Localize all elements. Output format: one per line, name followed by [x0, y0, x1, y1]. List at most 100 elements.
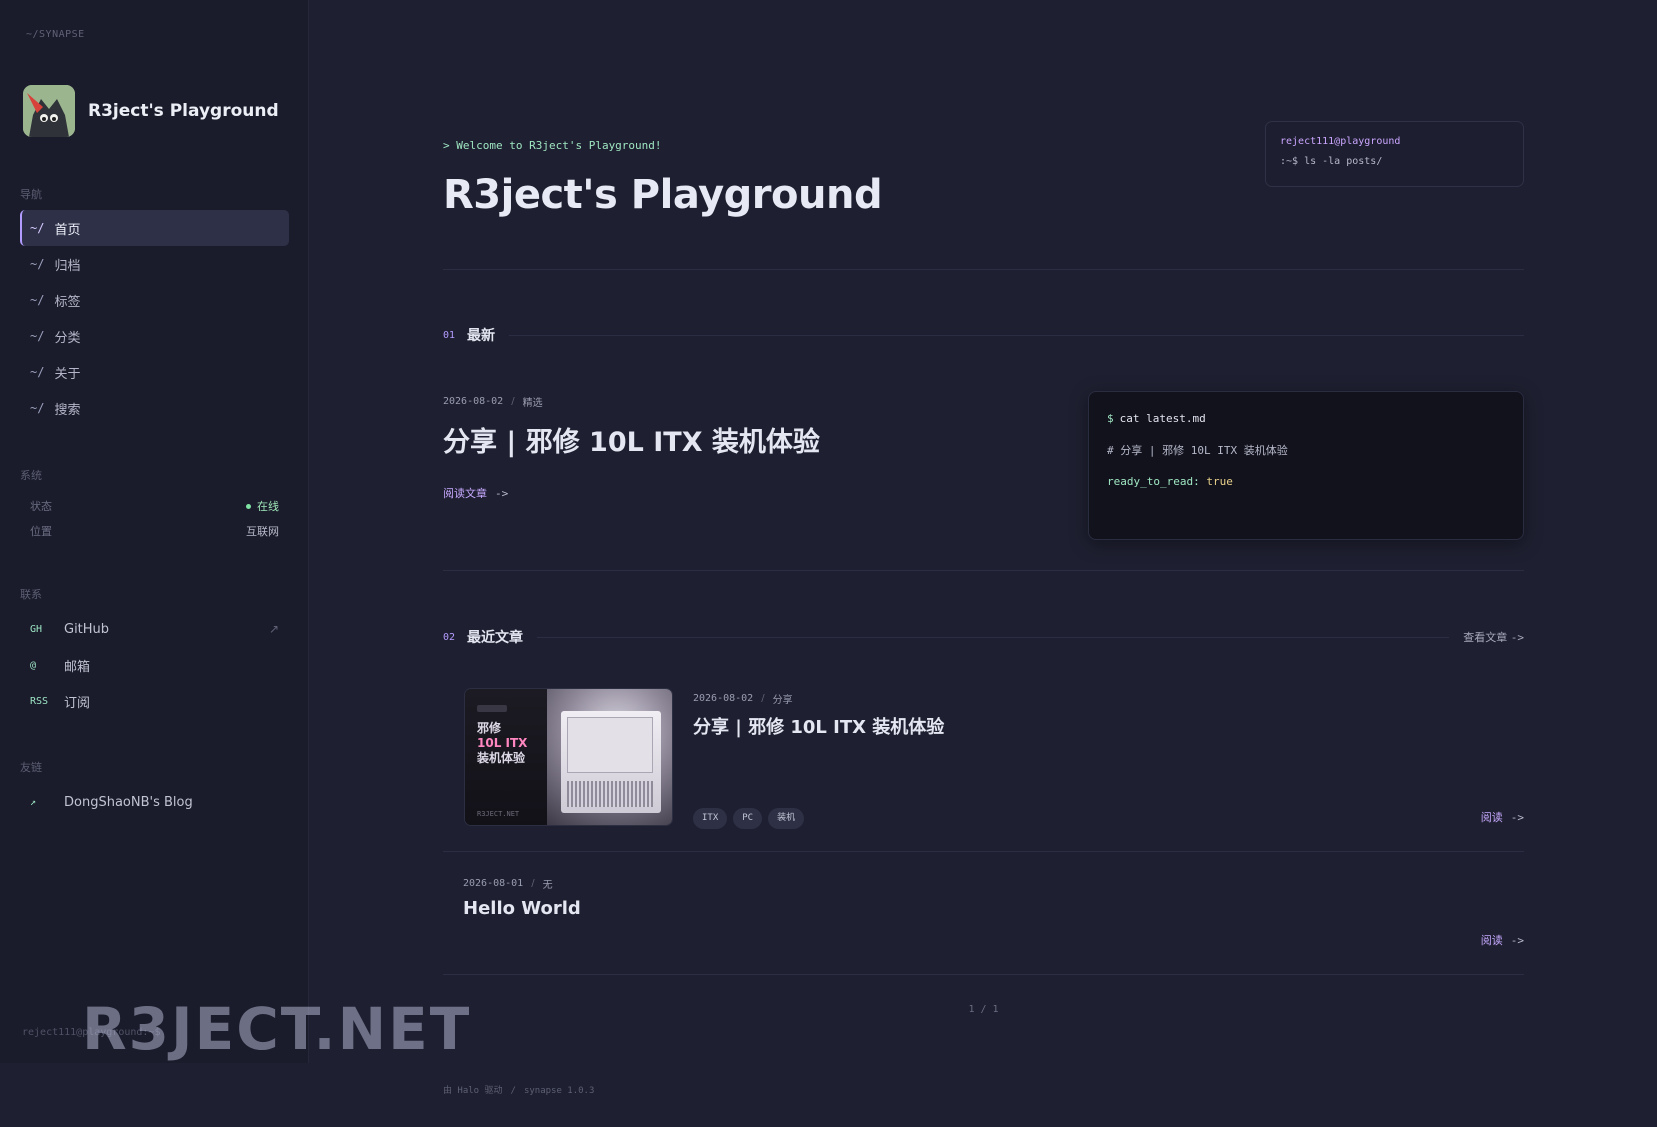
email-icon: @: [30, 659, 37, 671]
arrow-right-icon: ->: [1510, 811, 1524, 824]
view-all-label: 查看文章: [1463, 631, 1508, 644]
nav-prefix: ~/: [30, 257, 45, 271]
contact-label: GitHub: [64, 621, 110, 637]
contact-rss-link[interactable]: RSS 订阅: [20, 683, 289, 719]
nav-item-archive[interactable]: ~/ 归档: [20, 246, 289, 282]
divider: [443, 974, 1524, 975]
location-value: 互联网: [246, 525, 279, 538]
read-post-link[interactable]: 阅读 ->: [1481, 932, 1524, 948]
tag-pill[interactable]: PC: [733, 808, 763, 829]
contact-email-link[interactable]: @ 邮箱: [20, 647, 289, 683]
contact-label: 订阅: [64, 695, 91, 711]
post-date: 2026-08-02: [693, 693, 754, 704]
contact-github-link[interactable]: GH GitHub ↗: [20, 611, 289, 647]
main-nav: ~/ 首页 ~/ 归档 ~/ 标签 ~/ 分类 ~/ 关于 ~/ 搜索: [20, 210, 289, 426]
status-row: 状态 在线: [30, 498, 279, 514]
view-all-link[interactable]: 查看文章 ->: [1463, 629, 1524, 645]
nav-item-categories[interactable]: ~/ 分类: [20, 318, 289, 354]
friend-link[interactable]: ↗ DongShaoNB's Blog: [20, 784, 289, 820]
thumbnail-line: 10L ITX: [477, 736, 528, 750]
brand-link[interactable]: R3ject's Playground: [23, 85, 279, 137]
nav-item-label: 标签: [54, 294, 81, 310]
post-meta: 2026-08-02 / 分享: [693, 691, 793, 706]
nav-prefix: ~/: [30, 365, 45, 379]
status-label: 状态: [30, 500, 52, 513]
watermark: R3JECT.NET: [82, 995, 472, 1063]
thumbnail-title: 邪修 10L ITX 装机体验: [477, 721, 527, 766]
post-category: 无: [542, 880, 553, 891]
thumbnail-line: 邪修: [477, 721, 502, 735]
section-number: 02: [443, 631, 456, 643]
status-value: 在线: [257, 500, 279, 513]
arrow-right-icon: ->: [495, 487, 509, 500]
post-title-link[interactable]: 分享 | 邪修 10L ITX 装机体验: [693, 713, 944, 739]
nav-item-search[interactable]: ~/ 搜索: [20, 390, 289, 426]
case-grill: [567, 781, 653, 807]
read-post-link[interactable]: 阅读 ->: [1481, 809, 1524, 825]
nav-section-label: 导航: [20, 188, 42, 201]
brand-path: ~/SYNAPSE: [26, 29, 85, 40]
contact-section-label: 联系: [20, 588, 42, 601]
latest-post-title[interactable]: 分享 | 邪修 10L ITX 装机体验: [443, 420, 820, 459]
location-row: 位置 互联网: [30, 523, 279, 539]
tag-pill[interactable]: 装机: [768, 808, 805, 829]
nav-prefix: ~/: [30, 401, 45, 415]
github-icon: GH: [30, 623, 43, 635]
thumbnail-badge: [477, 705, 507, 712]
nav-prefix: ~/: [30, 221, 45, 235]
post-meta: 2026-08-01 / 无: [463, 876, 553, 891]
nav-item-label: 关于: [54, 366, 81, 382]
page-footer: 由 Halo 驱动 / synapse 1.0.3: [443, 1083, 594, 1096]
external-link-icon: ↗: [268, 622, 279, 636]
divider: [443, 269, 1524, 270]
section-title: 最新: [467, 328, 496, 344]
external-link-icon: ↗: [30, 796, 37, 808]
nav-prefix: ~/: [30, 329, 45, 343]
latest-section-header: 01 最新: [443, 325, 1524, 345]
friend-label: DongShaoNB's Blog: [64, 794, 193, 810]
code-line-heading: # 分享 | 邪修 10L ITX 装机体验: [1107, 444, 1288, 457]
case-window: [567, 717, 653, 773]
code-command: cat latest.md: [1119, 412, 1206, 425]
post-date: 2026-08-02: [443, 396, 504, 407]
thumbnail-line: 装机体验: [477, 751, 526, 765]
read-label: 阅读文章: [443, 487, 487, 500]
welcome-line: > Welcome to R3ject's Playground!: [443, 139, 662, 152]
online-dot-icon: [246, 503, 251, 509]
status-badge: 在线: [246, 498, 279, 514]
latest-code-card: $ cat latest.md # 分享 | 邪修 10L ITX 装机体验 re…: [1088, 391, 1524, 540]
divider: [443, 570, 1524, 571]
nav-prefix: ~/: [30, 293, 45, 307]
post-thumbnail[interactable]: 邪修 10L ITX 装机体验 R3JECT.NET: [464, 688, 673, 826]
contact-label: 邮箱: [64, 659, 91, 675]
arrow-right-icon: ->: [1510, 934, 1524, 947]
terminal-user: reject111@playground: [1280, 136, 1401, 147]
latest-meta: 2026-08-02 / 精选: [443, 394, 543, 409]
terminal-command: :~$ ls -la posts/: [1280, 156, 1383, 167]
nav-item-label: 归档: [54, 258, 81, 274]
read-article-link[interactable]: 阅读文章 ->: [443, 485, 508, 501]
meta-separator: /: [531, 878, 535, 889]
theme-version: synapse 1.0.3: [523, 1086, 595, 1096]
nav-item-home[interactable]: ~/ 首页: [20, 210, 289, 246]
section-rule: [509, 334, 1524, 336]
sidebar: ~/SYNAPSE R3ject's Playground 导航 ~/ 首页 ~…: [0, 0, 309, 1063]
tag-pill[interactable]: ITX: [693, 808, 728, 829]
nav-item-label: 搜索: [54, 402, 81, 418]
meta-separator: /: [761, 693, 765, 704]
footer-separator: /: [510, 1086, 516, 1096]
nav-item-about[interactable]: ~/ 关于: [20, 354, 289, 390]
pc-case-image: [561, 711, 661, 813]
thumbnail-footer: R3JECT.NET: [477, 810, 520, 818]
nav-item-tags[interactable]: ~/ 标签: [20, 282, 289, 318]
recent-section-header: 02 最近文章 查看文章 ->: [443, 627, 1524, 647]
page-title: R3ject's Playground: [443, 172, 883, 218]
section-rule: [537, 636, 1450, 638]
post-date: 2026-08-01: [463, 878, 524, 889]
contact-list: GH GitHub ↗ @ 邮箱 RSS 订阅: [20, 611, 289, 719]
friends-section-label: 友链: [20, 761, 42, 774]
location-label: 位置: [30, 525, 52, 538]
post-tags: ITX PC 装机: [693, 805, 810, 829]
arrow-right-icon: ->: [1510, 631, 1524, 644]
post-title-link[interactable]: Hello World: [463, 898, 581, 919]
